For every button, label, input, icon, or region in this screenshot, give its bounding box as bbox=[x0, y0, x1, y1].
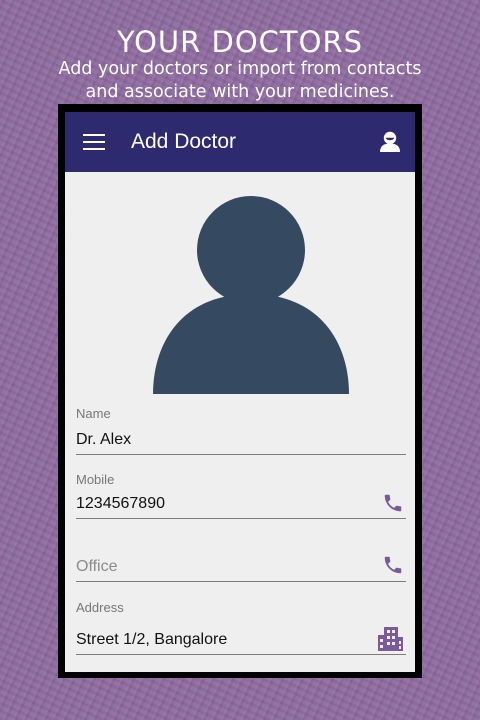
app-screen: Add Doctor Name Dr. Alex Mobile 12345678… bbox=[65, 112, 415, 672]
building-icon[interactable] bbox=[376, 625, 404, 653]
mobile-field[interactable]: 1234567890 bbox=[76, 492, 406, 519]
address-label: Address bbox=[76, 600, 124, 615]
promo-subtitle: Add your doctors or import from contacts… bbox=[0, 58, 480, 104]
promo-title: YOUR DOCTORS bbox=[116, 25, 364, 59]
person-icon[interactable] bbox=[378, 130, 402, 154]
promo-subtitle-line-2: and associate with your medicines. bbox=[85, 82, 395, 102]
name-field[interactable]: Dr. Alex bbox=[76, 428, 406, 455]
address-field[interactable]: Street 1/2, Bangalore bbox=[76, 628, 406, 655]
page-title: Add Doctor bbox=[131, 130, 237, 153]
hamburger-menu-icon[interactable] bbox=[83, 134, 105, 150]
name-label: Name bbox=[76, 406, 111, 421]
doctor-photo-area[interactable] bbox=[65, 172, 415, 394]
mobile-label: Mobile bbox=[76, 472, 115, 487]
promo-subtitle-line-1: Add your doctors or import from contacts bbox=[58, 59, 422, 79]
mobile-phone-icon[interactable] bbox=[382, 492, 404, 514]
doctor-form: Name Dr. Alex Mobile 1234567890 Office A… bbox=[65, 392, 415, 672]
app-bar: Add Doctor bbox=[65, 112, 415, 172]
office-phone-icon[interactable] bbox=[382, 554, 404, 576]
avatar[interactable] bbox=[153, 194, 349, 394]
office-field[interactable]: Office bbox=[76, 555, 406, 582]
phone-frame: Add Doctor Name Dr. Alex Mobile 12345678… bbox=[58, 104, 422, 678]
